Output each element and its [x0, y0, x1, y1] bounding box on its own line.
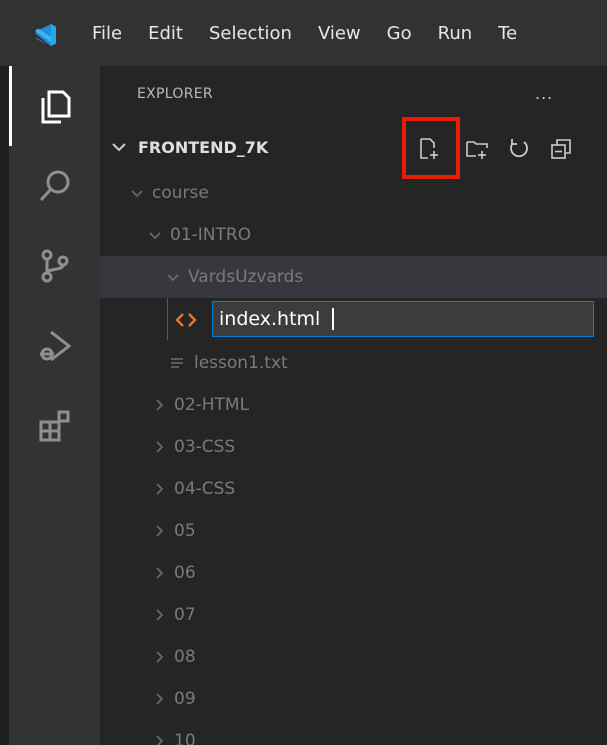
title-bar: File Edit Selection View Go Run Te — [0, 0, 607, 66]
tree-item-label: 04-CSS — [174, 479, 236, 499]
menu-terminal[interactable]: Te — [485, 23, 530, 44]
text-cursor — [332, 308, 334, 330]
files-icon — [41, 90, 70, 124]
tree-item-file[interactable]: lesson1.txt — [100, 342, 607, 384]
chevron-down-icon — [131, 190, 143, 198]
menu-file[interactable]: File — [88, 23, 135, 44]
project-section-header[interactable]: FRONTEND_7K — [100, 128, 607, 168]
rename-input[interactable] — [212, 301, 594, 337]
tree-item-folder[interactable]: 05 — [100, 510, 607, 552]
new-folder-icon[interactable] — [464, 136, 490, 162]
window-edge — [0, 66, 9, 745]
tree-item-label: 10 — [174, 731, 196, 745]
activity-explorer[interactable] — [9, 66, 100, 146]
search-icon — [39, 170, 69, 202]
explorer-title: EXPLORER — [137, 86, 213, 102]
tree-item-folder[interactable]: 02-HTML — [100, 384, 607, 426]
menu-view[interactable]: View — [305, 23, 374, 44]
tree-item-label: 06 — [174, 563, 196, 583]
tree-item-label: course — [152, 183, 209, 203]
chevron-down-icon — [112, 143, 126, 152]
tree-item-label: lesson1.txt — [194, 353, 288, 373]
run-debug-icon — [39, 330, 71, 362]
tree-item-folder[interactable]: 01-INTRO — [100, 214, 607, 256]
menu-bar: File Edit Selection View Go Run Te — [88, 0, 530, 66]
activity-extensions[interactable] — [9, 386, 100, 466]
tree-item-folder[interactable]: 04-CSS — [100, 468, 607, 510]
tree-item-label: 01-INTRO — [170, 225, 252, 245]
vscode-logo-icon — [35, 24, 56, 46]
source-control-icon — [41, 249, 68, 283]
tree-item-label: 07 — [174, 605, 196, 625]
tree-item-folder[interactable]: 10 — [100, 720, 607, 745]
new-file-row — [170, 300, 607, 340]
more-actions-icon[interactable]: ... — [535, 84, 553, 103]
refresh-icon[interactable] — [506, 136, 532, 162]
html-file-icon — [175, 313, 197, 327]
menu-edit[interactable]: Edit — [135, 23, 196, 44]
tree-item-folder[interactable]: 03-CSS — [100, 426, 607, 468]
chevron-down-icon — [149, 232, 161, 240]
extensions-icon — [39, 410, 69, 442]
menu-go[interactable]: Go — [374, 23, 425, 44]
text-file-icon — [171, 358, 183, 368]
activity-search[interactable] — [9, 146, 100, 226]
tree-item-folder-selected[interactable]: VardsUzvards — [100, 256, 607, 298]
tree-item-label: 05 — [174, 521, 196, 541]
menu-run[interactable]: Run — [425, 23, 486, 44]
tree-item-folder[interactable]: 07 — [100, 594, 607, 636]
chevron-right-icon — [156, 525, 164, 537]
chevron-right-icon — [156, 441, 164, 453]
tree-item-folder[interactable]: 09 — [100, 678, 607, 720]
indent-guide — [167, 298, 168, 340]
tree-item-label: 09 — [174, 689, 196, 709]
chevron-right-icon — [156, 735, 164, 745]
tree-item-label: 03-CSS — [174, 437, 236, 457]
tree-item-folder[interactable]: 08 — [100, 636, 607, 678]
tree-item-folder[interactable]: 06 — [100, 552, 607, 594]
new-file-highlight — [402, 117, 460, 179]
chevron-right-icon — [156, 651, 164, 663]
chevron-right-icon — [156, 693, 164, 705]
project-name: FRONTEND_7K — [138, 138, 269, 157]
tree-item-label: 08 — [174, 647, 196, 667]
chevron-right-icon — [156, 483, 164, 495]
menu-selection[interactable]: Selection — [196, 23, 305, 44]
activity-source-control[interactable] — [9, 226, 100, 306]
chevron-down-icon — [167, 274, 179, 282]
chevron-right-icon — [156, 399, 164, 411]
tree-item-label: 02-HTML — [174, 395, 250, 415]
collapse-all-icon[interactable] — [548, 136, 574, 162]
chevron-right-icon — [156, 609, 164, 621]
chevron-right-icon — [156, 567, 164, 579]
tree-item-folder[interactable]: course — [100, 172, 607, 214]
explorer-sidebar: EXPLORER ... FRONTEND_7K course 01-INTRO… — [100, 66, 607, 745]
activity-run-debug[interactable] — [9, 306, 100, 386]
tree-item-label: VardsUzvards — [188, 267, 304, 287]
